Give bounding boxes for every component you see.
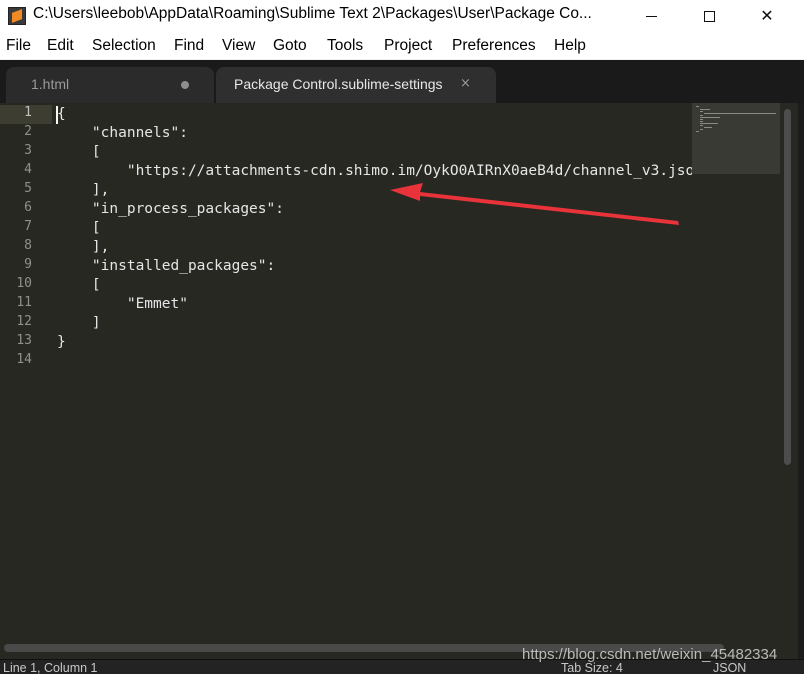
minimap-line	[696, 106, 699, 107]
code-line: ],	[57, 239, 110, 255]
line-number: 9	[24, 257, 32, 272]
maximize-icon	[703, 10, 715, 22]
editor-pane[interactable]: 1 2 3 4 5 6 7 8 9 10 11 12 13 14 { "chan…	[0, 103, 804, 659]
line-number: 1	[24, 105, 32, 120]
title-bar: C:\Users\leebob\AppData\Roaming\Sublime …	[0, 0, 804, 32]
line-number: 7	[24, 219, 32, 234]
minimap-line	[700, 125, 703, 126]
line-number: 6	[24, 200, 32, 215]
menu-goto[interactable]: Goto	[273, 37, 307, 55]
window-edge	[798, 103, 804, 659]
minimap-line	[700, 111, 703, 112]
tab-close-icon[interactable]: ×	[460, 76, 471, 91]
code-line: [	[57, 277, 101, 293]
line-number: 10	[16, 276, 32, 291]
minimap-line	[696, 131, 699, 132]
menu-tools[interactable]: Tools	[327, 37, 363, 55]
code-line: "Emmet"	[57, 296, 188, 312]
close-window-button[interactable]: ✕	[744, 0, 790, 32]
line-number: 12	[16, 314, 32, 329]
minimap-line	[700, 117, 720, 118]
menu-view[interactable]: View	[222, 37, 255, 55]
menu-preferences[interactable]: Preferences	[452, 37, 536, 55]
cursor-position: Line 1, Column 1	[3, 661, 98, 674]
sublime-app-icon	[8, 7, 26, 25]
vertical-scrollbar-thumb[interactable]	[784, 109, 791, 465]
menu-bar: File Edit Selection Find View Goto Tools…	[0, 32, 804, 60]
tab-label: 1.html	[31, 76, 70, 92]
line-number: 4	[24, 162, 32, 177]
line-number: 8	[24, 238, 32, 253]
code-line: ]	[57, 315, 101, 331]
watermark: https://blog.csdn.net/weixin_45482334	[522, 646, 778, 663]
code-line: [	[57, 144, 101, 160]
code-line: "installed_packages":	[57, 258, 276, 274]
menu-help[interactable]: Help	[554, 37, 586, 55]
menu-edit[interactable]: Edit	[47, 37, 74, 55]
maximize-button[interactable]	[686, 0, 732, 32]
code-line: "channels":	[57, 125, 188, 141]
menu-selection[interactable]: Selection	[92, 37, 156, 55]
code-line: {	[57, 106, 66, 122]
close-icon: ✕	[760, 6, 774, 25]
minimap-line	[700, 123, 718, 124]
line-number: 3	[24, 143, 32, 158]
menu-find[interactable]: Find	[174, 37, 204, 55]
minimap[interactable]	[692, 174, 780, 644]
minimap-line	[700, 121, 703, 122]
menu-project[interactable]: Project	[384, 37, 432, 55]
minimap-line	[704, 127, 712, 128]
code-line: ],	[57, 182, 110, 198]
line-number: 11	[16, 295, 32, 310]
code-line: "in_process_packages":	[57, 201, 284, 217]
tab-1-html[interactable]: 1.html	[6, 67, 214, 103]
menu-file[interactable]: File	[6, 37, 31, 55]
minimap-viewport[interactable]	[692, 103, 780, 174]
minimap-line	[700, 115, 703, 116]
code-line: "https://attachments-cdn.shimo.im/OykO0A…	[57, 163, 692, 179]
minimize-button[interactable]	[628, 0, 674, 32]
line-number-gutter: 1 2 3 4 5 6 7 8 9 10 11 12 13 14	[0, 103, 52, 659]
tab-package-control-settings[interactable]: Package Control.sublime-settings ×	[216, 67, 496, 103]
minimap-line	[700, 109, 710, 110]
minimap-line	[700, 119, 703, 120]
line-number: 5	[24, 181, 32, 196]
window-title: C:\Users\leebob\AppData\Roaming\Sublime …	[33, 5, 592, 22]
minimap-line	[700, 129, 703, 130]
tab-bar: 1.html Package Control.sublime-settings …	[0, 60, 804, 103]
code-text-area[interactable]: { "channels": [ "https://attachments-cdn…	[52, 103, 692, 659]
tab-label: Package Control.sublime-settings	[234, 76, 443, 92]
line-number: 2	[24, 124, 32, 139]
unsaved-dot-icon[interactable]	[181, 81, 189, 89]
code-line: [	[57, 220, 101, 236]
line-number: 13	[16, 333, 32, 348]
minimap-line	[704, 113, 776, 114]
code-line: }	[57, 334, 66, 350]
line-number: 14	[16, 352, 32, 367]
minimize-icon	[645, 15, 657, 17]
